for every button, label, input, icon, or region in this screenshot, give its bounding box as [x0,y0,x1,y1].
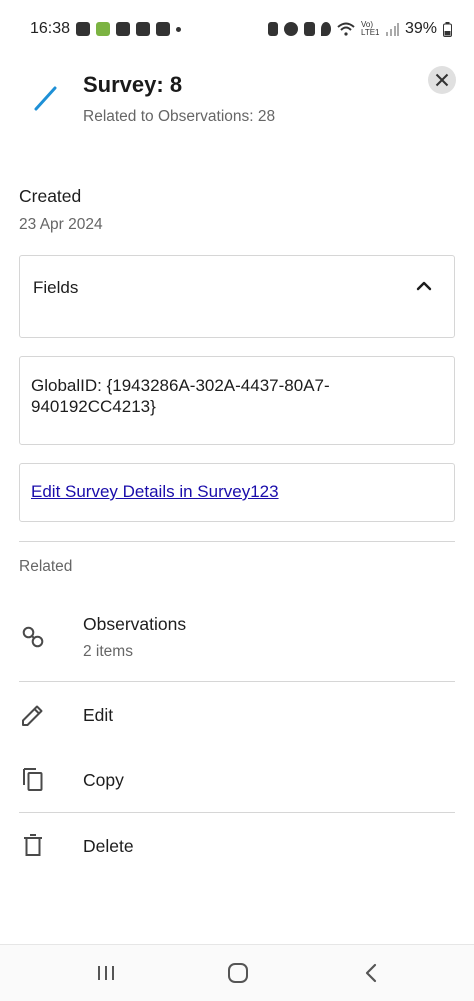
app-notification-icon [96,22,111,36]
fields-card[interactable]: Fields [19,255,455,338]
youtube-notification-icon-2 [136,22,151,36]
mute-icon [303,22,315,36]
status-left: 16:38 [30,20,182,38]
status-right: Vo) LTE1 39% [267,20,452,38]
more-notifications-dot-icon [176,26,182,32]
global-id-text: GlobalID: {1943286A-302A-4437-80A7-94019… [31,376,330,416]
copy-action-label: Copy [83,770,124,790]
location-icon [320,22,331,36]
youtube-notification-icon-3 [156,22,171,36]
copy-icon [23,768,43,791]
divider [19,541,455,542]
global-id-card: GlobalID: {1943286A-302A-4437-80A7-94019… [19,356,455,445]
status-time: 16:38 [30,20,71,37]
delete-action-label: Delete [83,836,134,856]
battery-icon [443,21,452,37]
page-title: Survey: 8 [83,72,183,97]
related-item-observations[interactable]: Observations 2 items [0,600,474,680]
line-feature-icon [34,86,57,111]
copy-action[interactable]: Copy [0,748,474,812]
lock-icon [267,22,278,36]
link-icon [22,626,44,648]
home-icon[interactable] [224,959,252,987]
edit-survey-link[interactable]: Edit Survey Details in Survey123 [31,482,279,502]
network-label: Vo) LTE1 [360,20,380,37]
close-icon [435,73,449,87]
system-navigation-bar [0,944,474,1001]
related-section-label: Related [19,558,73,575]
wifi-icon [337,22,355,36]
feature-header: Survey: 8 Related to Observations: 28 [0,64,474,144]
edit-action-label: Edit [83,705,114,725]
chevron-up-icon[interactable] [414,276,434,296]
survey-link-card: Edit Survey Details in Survey123 [19,463,455,522]
edit-action[interactable]: Edit [0,683,474,747]
gamepad-notification-icon [76,22,91,36]
divider [19,681,455,682]
pencil-icon [22,705,43,726]
back-icon[interactable] [357,959,385,987]
battery-percent: 39% [404,20,437,37]
delete-action[interactable]: Delete [0,814,474,878]
related-item-title: Observations [83,614,187,634]
alarm-icon [283,22,298,36]
close-button[interactable] [428,66,456,94]
recents-icon[interactable] [92,959,120,987]
status-bar: 16:38 Vo) LTE1 39% [0,0,474,58]
youtube-notification-icon [116,22,131,36]
created-value: 23 Apr 2024 [19,216,103,233]
created-label: Created [19,186,82,206]
signal-icon [385,23,399,36]
trash-icon [24,834,42,856]
fields-label: Fields [33,278,79,297]
page-subtitle: Related to Observations: 28 [83,108,276,125]
divider [19,812,455,813]
related-item-subtitle: 2 items [83,643,133,660]
